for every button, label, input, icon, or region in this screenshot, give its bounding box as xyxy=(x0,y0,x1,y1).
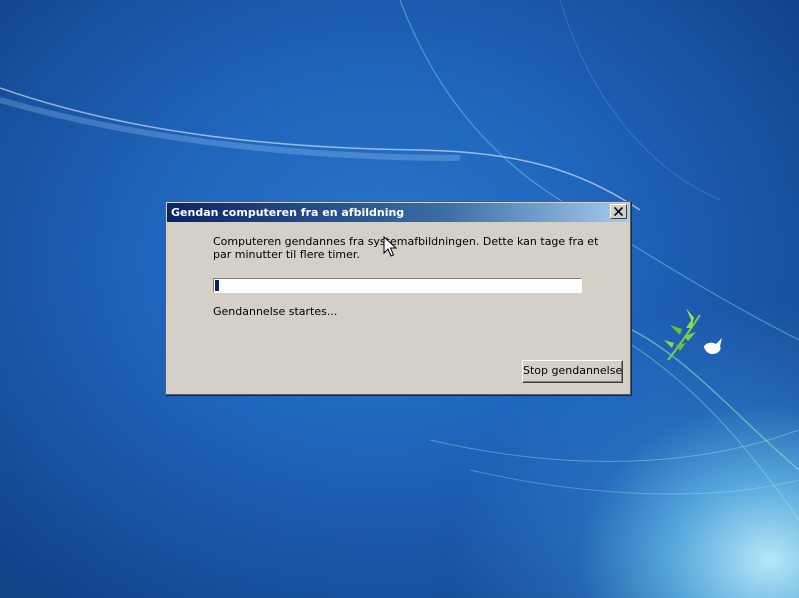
dialog-message: Computeren gendannes fra systemafbildnin… xyxy=(213,235,599,261)
dialog-title: Gendan computeren fra en afbildning xyxy=(171,206,405,219)
restore-dialog: Gendan computeren fra en afbildning Comp… xyxy=(165,201,631,395)
arrow-cursor-icon xyxy=(383,236,397,257)
close-button[interactable] xyxy=(610,204,627,219)
stop-restore-button[interactable]: Stop gendannelse xyxy=(522,360,623,383)
progress-bar xyxy=(213,278,582,293)
status-text: Gendannelse startes... xyxy=(213,305,338,318)
progress-fill xyxy=(215,280,219,291)
close-icon xyxy=(614,207,623,216)
title-bar: Gendan computeren fra en afbildning xyxy=(167,203,629,222)
